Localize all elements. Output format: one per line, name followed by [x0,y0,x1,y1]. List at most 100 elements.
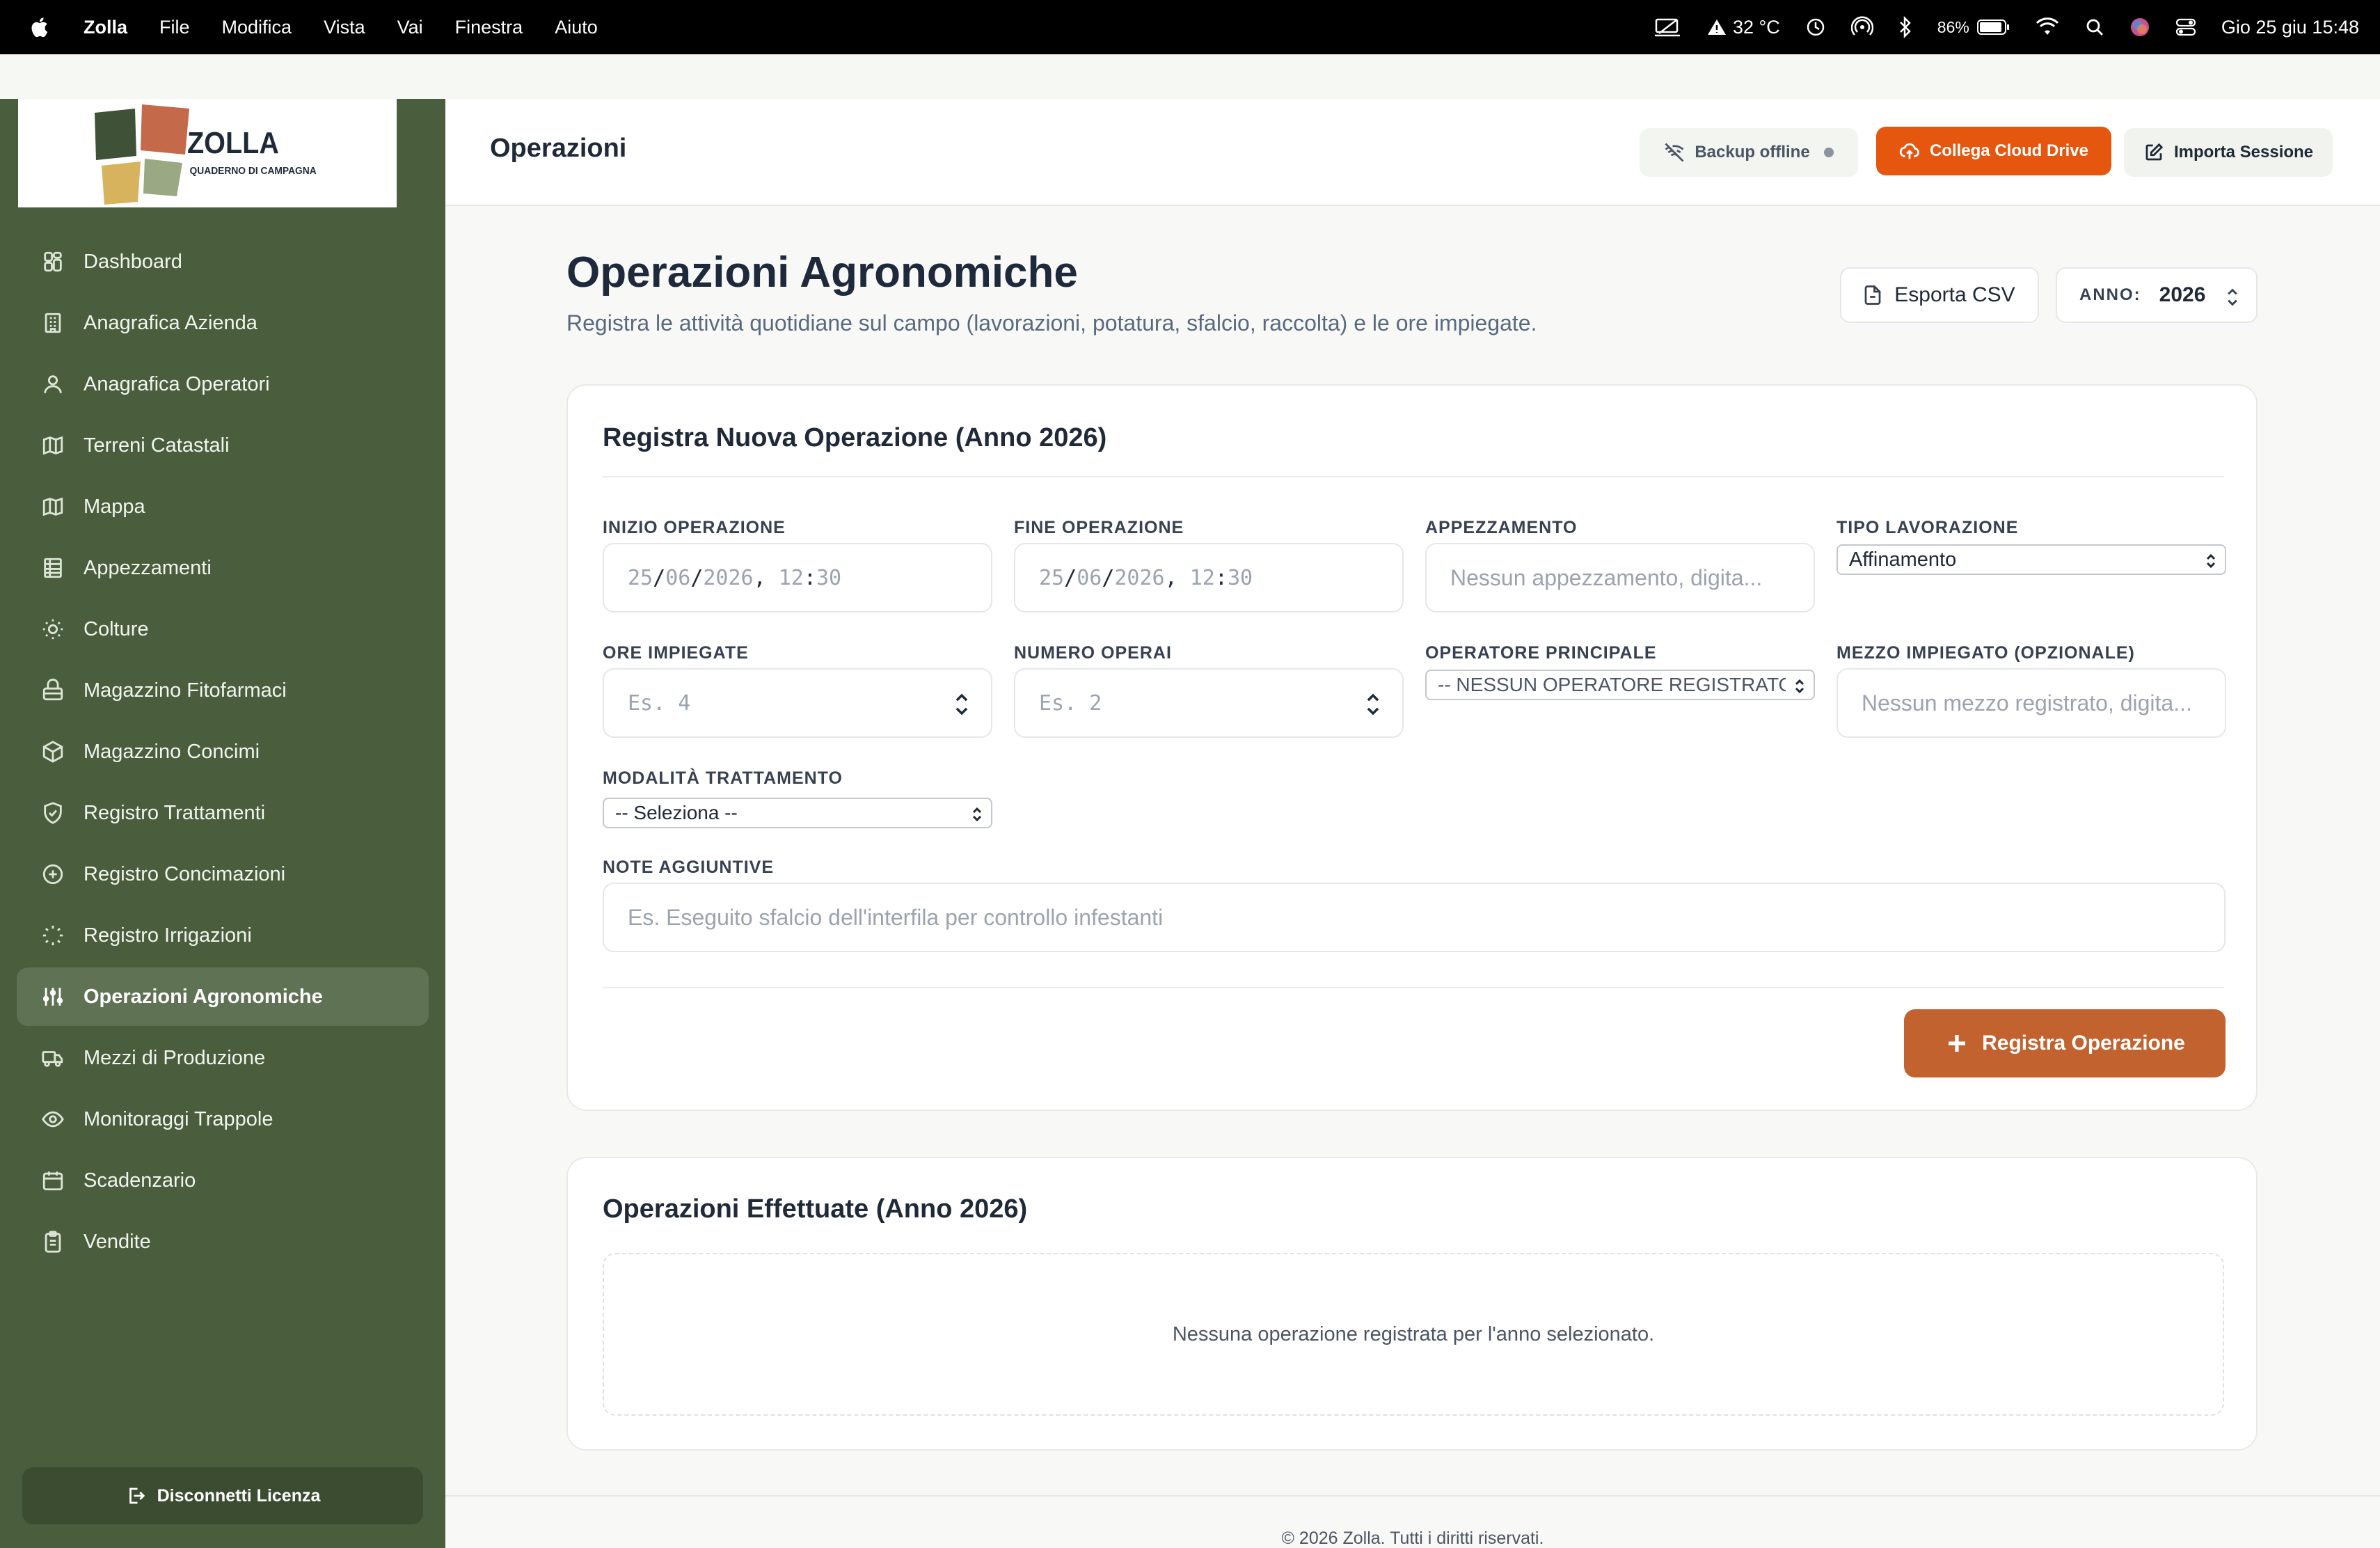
connect-cloud-drive-button[interactable]: Collega Cloud Drive [1876,127,2111,175]
siri-icon[interactable] [2129,17,2150,38]
sidebar-item-registro-concimazioni[interactable]: Registro Concimazioni [17,845,429,903]
sidebar-item-label: Scadenzario [84,1169,196,1192]
sidebar-item-label: Operazioni Agronomiche [84,985,323,1008]
sidebar-item-label: Registro Concimazioni [84,862,286,885]
sidebar-item-label: Mappa [84,495,145,518]
file-icon [1864,285,1881,305]
footer-copyright: © 2026 Zolla. Tutti i diritti riservati. [1281,1529,1544,1548]
sidebar-item-anagrafica-operatori[interactable]: Anagrafica Operatori [17,355,429,413]
sidebar-item-scadenzario[interactable]: Scadenzario [17,1151,429,1210]
sidebar-item-registro-trattamenti[interactable]: Registro Trattamenti [17,784,429,842]
sidebar-item-label: Registro Irrigazioni [84,924,252,947]
stepper-icon[interactable] [953,690,970,718]
start-year: 2026 [703,565,754,590]
stepper-icon[interactable] [1365,690,1381,718]
airdrop-icon[interactable] [1850,16,1873,38]
bluetooth-icon[interactable] [1898,16,1912,38]
sidebar-item-mappa[interactable]: Mappa [17,477,429,536]
backup-status-dot [1823,148,1834,157]
weather-status[interactable]: 32 °C [1706,17,1780,38]
empty-state: Nessuna operazione registrata per l'anno… [603,1253,2224,1416]
vehicle-input[interactable]: Nessun mezzo registrato, digita... [1836,668,2226,738]
sun-icon [40,617,65,642]
sidebar-item-registro-irrigazioni[interactable]: Registro Irrigazioni [17,906,429,965]
chevron-up-down-icon [2206,553,2216,569]
cloud-upload-icon [1899,143,1919,159]
sidebar-item-colture[interactable]: Colture [17,600,429,658]
treatment-mode-label: MODALITÀ TRATTAMENTO [603,768,843,788]
menu-aiuto[interactable]: Aiuto [555,17,598,38]
sidebar-item-magazzino-concimi[interactable]: Magazzino Concimi [17,722,429,781]
box-icon [40,739,65,764]
sidebar-item-magazzino-fitofarmaci[interactable]: Magazzino Fitofarmaci [17,661,429,720]
backup-status-button[interactable]: Backup offline [1640,128,1858,177]
sidebar-item-monitoraggi-trappole[interactable]: Monitoraggi Trappole [17,1090,429,1148]
sidebar-item-label: Mezzi di Produzione [84,1046,266,1069]
operator-label: OPERATORE PRINCIPALE [1425,643,1657,663]
menu-vista[interactable]: Vista [324,17,365,38]
notes-label: NOTE AGGIUNTIVE [603,858,775,877]
treatment-mode-select[interactable]: -- Seleziona -- [603,798,992,828]
map-icon [40,494,65,519]
chevron-up-down-icon [1795,679,1804,694]
divider [603,987,2224,988]
menu-file[interactable]: File [159,17,190,38]
control-center-icon[interactable] [2175,17,2196,37]
export-label: Esporta CSV [1894,283,2015,306]
spotlight-search-icon[interactable] [2085,17,2104,37]
register-operation-button[interactable]: Registra Operazione [1904,1009,2226,1077]
end-month: 06 [1077,565,1102,590]
sidebar-item-anagrafica-azienda[interactable]: Anagrafica Azienda [17,294,429,352]
export-csv-button[interactable]: Esporta CSV [1840,267,2039,323]
end-year: 2026 [1114,565,1165,590]
end-datetime-input[interactable]: 25/06/2026, 12:30 [1014,543,1404,613]
battery-percent: 86% [1937,17,1969,36]
clipboard-icon [40,1229,65,1254]
temperature-label: 32 °C [1732,16,1780,38]
sidebar-item-appezzamenti[interactable]: Appezzamenti [17,539,429,597]
start-datetime-input[interactable]: 25/06/2026, 12:30 [603,543,992,613]
sidebar-item-vendite[interactable]: Vendite [17,1213,429,1271]
menu-app-name[interactable]: Zolla [84,17,127,38]
import-session-button[interactable]: Importa Sessione [2124,128,2333,177]
sidebar-item-terreni-catastali[interactable]: Terreni Catastali [17,416,429,475]
sidebar-item-mezzi-di-produzione[interactable]: Mezzi di Produzione [17,1029,429,1087]
register-operation-label: Registra Operazione [1982,1032,2185,1055]
apple-icon[interactable] [28,15,49,39]
sidebar-item-label: Terreni Catastali [84,434,230,457]
work-type-select[interactable]: Affinamento [1836,544,2226,575]
menu-vai[interactable]: Vai [397,17,423,38]
new-operation-form-card: Registra Nuova Operazione (Anno 2026) IN… [566,384,2258,1111]
operator-value: -- NESSUN OPERATORE REGISTRATO -- [1438,674,1786,695]
year-select[interactable]: ANNO: 2026 [2056,267,2258,323]
workers-input[interactable]: Es. 2 [1014,668,1404,738]
wifi-icon[interactable] [2035,17,2060,37]
time-machine-icon[interactable] [1805,17,1826,38]
display-icon[interactable] [1653,17,1681,38]
sidebar-item-dashboard[interactable]: Dashboard [17,232,429,291]
calendar-icon [40,1168,65,1193]
menu-finestra[interactable]: Finestra [455,17,523,38]
menu-modifica[interactable]: Modifica [222,17,292,38]
brand-name: ZOLLA [187,125,279,159]
start-minute: 30 [816,565,842,590]
page-title: Operazioni Agronomiche [566,248,1078,297]
window-toolbar-strip [0,54,2380,99]
start-day: 25 [628,565,653,590]
sidebar-item-label: Dashboard [84,250,182,273]
disconnect-license-button[interactable]: Disconnetti Licenza [22,1467,423,1524]
operator-select[interactable]: -- NESSUN OPERATORE REGISTRATO -- [1425,670,1815,700]
wifi-off-icon [1665,143,1684,162]
battery-status[interactable]: 86% [1937,18,2010,37]
logo[interactable]: ZOLLA QUADERNO DI CAMPAGNA [18,99,397,207]
clock-datetime[interactable]: Gio 25 giu 15:48 [2221,17,2359,38]
hours-input[interactable]: Es. 4 [603,668,992,738]
sidebar-item-operazioni-agronomiche[interactable]: Operazioni Agronomiche [17,968,429,1026]
plot-input[interactable]: Nessun appezzamento, digita... [1425,543,1815,613]
header-title: Operazioni [490,134,627,163]
plus-icon [1949,1035,1966,1052]
shield-icon [40,800,65,826]
loader-icon [40,923,65,948]
end-label: FINE OPERAZIONE [1014,518,1184,537]
notes-input[interactable]: Es. Eseguito sfalcio dell'interfila per … [603,883,2226,952]
